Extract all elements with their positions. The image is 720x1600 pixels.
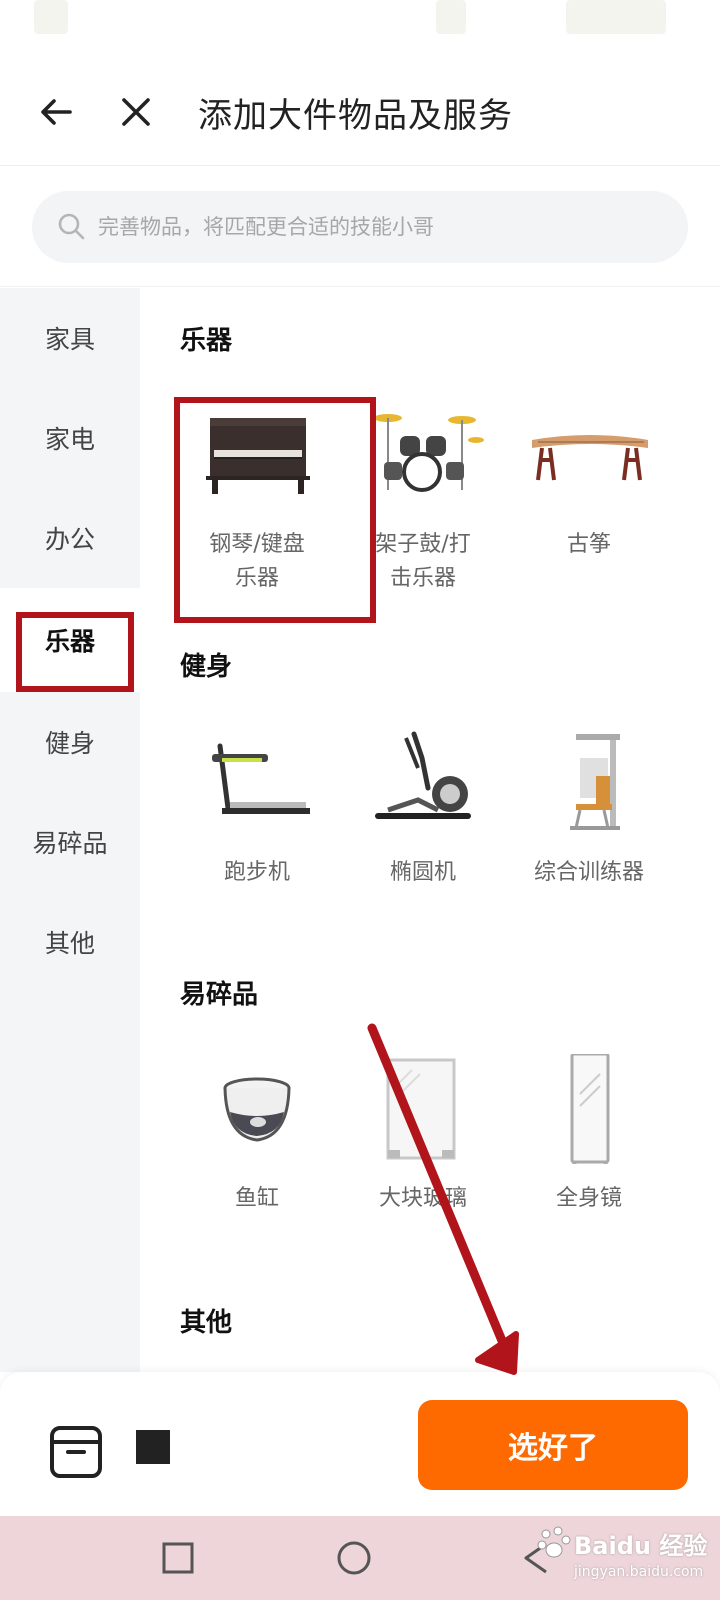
category-sidebar: 家具 家电 办公 乐器 健身 易碎品 其他 xyxy=(0,288,140,1372)
item-label: 椭圆机 xyxy=(389,860,456,885)
recent-apps-icon[interactable] xyxy=(158,1538,198,1578)
status-blur xyxy=(566,0,666,34)
sidebar-item-fitness[interactable]: 健身 xyxy=(0,692,140,792)
section-title-instruments: 乐器 xyxy=(180,326,233,356)
item-mirror[interactable]: 全身镜 xyxy=(504,1054,674,1254)
sidebar-item-office[interactable]: 办公 xyxy=(0,488,140,588)
mirror-icon xyxy=(570,1054,610,1164)
item-label: 古筝 xyxy=(566,532,611,557)
search-bar[interactable] xyxy=(32,191,688,263)
confirm-button[interactable]: 选好了 xyxy=(418,1400,688,1490)
close-icon[interactable] xyxy=(116,92,156,132)
highlight-box-sidebar xyxy=(16,612,134,692)
multi-gym-icon xyxy=(570,734,620,830)
item-label: 大块玻璃 xyxy=(378,1186,467,1211)
drum-kit-icon xyxy=(374,414,484,492)
highlight-box-piano xyxy=(174,397,376,623)
search-section xyxy=(0,167,720,287)
section-title-fragile: 易碎品 xyxy=(180,980,259,1010)
watermark-brand: Baidu 经验 xyxy=(574,1532,708,1560)
item-guzheng[interactable]: 古筝 xyxy=(504,400,674,600)
item-box-icon[interactable] xyxy=(46,1420,106,1480)
status-bar xyxy=(0,0,720,60)
selected-count-badge xyxy=(136,1430,170,1464)
baidu-watermark: Baidu 经验 jingyan.baidu.com xyxy=(534,1518,720,1600)
elliptical-icon xyxy=(375,731,471,819)
item-fish-tank[interactable]: 鱼缸 xyxy=(172,1054,342,1254)
search-icon xyxy=(58,213,85,240)
watermark-url: jingyan.baidu.com xyxy=(574,1564,704,1580)
status-blur xyxy=(436,0,466,34)
item-glass-panel[interactable]: 大块玻璃 xyxy=(338,1054,508,1254)
section-title-other: 其他 xyxy=(180,1308,233,1338)
item-label: 跑步机 xyxy=(223,860,290,885)
item-label: 全身镜 xyxy=(555,1186,622,1211)
item-treadmill[interactable]: 跑步机 xyxy=(172,728,342,928)
glass-panel-icon xyxy=(386,1058,456,1160)
item-label: 鱼缸 xyxy=(234,1186,279,1211)
bottom-action-bar: 选好了 xyxy=(0,1372,720,1516)
item-multi-gym[interactable]: 综合训练器 xyxy=(504,728,674,928)
back-arrow-icon[interactable] xyxy=(36,92,76,132)
page-title: 添加大件物品及服务 xyxy=(198,96,513,136)
header: 添加大件物品及服务 xyxy=(0,60,720,166)
sidebar-item-fragile[interactable]: 易碎品 xyxy=(0,792,140,892)
home-icon[interactable] xyxy=(334,1538,374,1578)
fish-tank-icon xyxy=(223,1077,291,1142)
item-elliptical[interactable]: 椭圆机 xyxy=(338,728,508,928)
search-input[interactable] xyxy=(98,191,658,263)
item-label: 综合训练器 xyxy=(533,860,644,885)
paw-icon xyxy=(537,1526,571,1558)
section-title-fitness: 健身 xyxy=(180,652,233,682)
sidebar-item-furniture[interactable]: 家具 xyxy=(0,288,140,388)
treadmill-icon xyxy=(212,743,310,814)
sidebar-item-appliances[interactable]: 家电 xyxy=(0,388,140,488)
guzheng-icon xyxy=(532,435,648,481)
status-blur xyxy=(34,0,68,34)
sidebar-item-other[interactable]: 其他 xyxy=(0,892,140,992)
